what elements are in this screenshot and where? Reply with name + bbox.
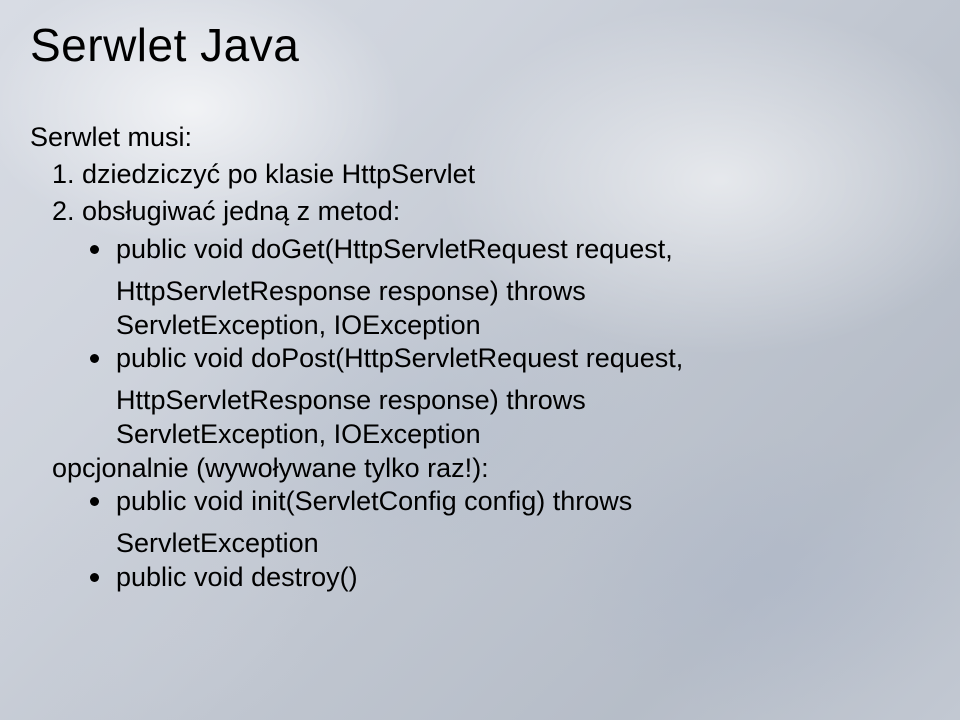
method-list-1: public void doGet(HttpServletRequest req… <box>30 233 930 267</box>
method-list-2: public void doPost(HttpServletRequest re… <box>30 342 930 376</box>
bullet-destroy: public void destroy() <box>90 561 930 595</box>
bullet-doget: public void doGet(HttpServletRequest req… <box>90 233 930 267</box>
optional-text: opcjonalnie (wywoływane tylko raz!): <box>30 452 930 486</box>
dopost-cont-2: ServletException, IOException <box>30 418 930 452</box>
method-list-4: public void destroy() <box>30 561 930 595</box>
doget-cont-2: ServletException, IOException <box>30 309 930 343</box>
bullet-dopost: public void doPost(HttpServletRequest re… <box>90 342 930 376</box>
dopost-cont-1: HttpServletResponse response) throws <box>30 384 930 418</box>
intro-text: Serwlet musi: <box>30 122 930 153</box>
method-list-3: public void init(ServletConfig config) t… <box>30 485 930 519</box>
list-item-1: 1. dziedziczyć po klasie HttpServlet <box>30 159 930 190</box>
slide: Serwlet Java Serwlet musi: 1. dziedziczy… <box>0 0 960 720</box>
list-item-2: 2. obsługiwać jedną z metod: <box>30 196 930 227</box>
init-cont: ServletException <box>30 527 930 561</box>
bullet-init: public void init(ServletConfig config) t… <box>90 485 930 519</box>
doget-cont-1: HttpServletResponse response) throws <box>30 275 930 309</box>
page-title: Serwlet Java <box>30 18 930 72</box>
